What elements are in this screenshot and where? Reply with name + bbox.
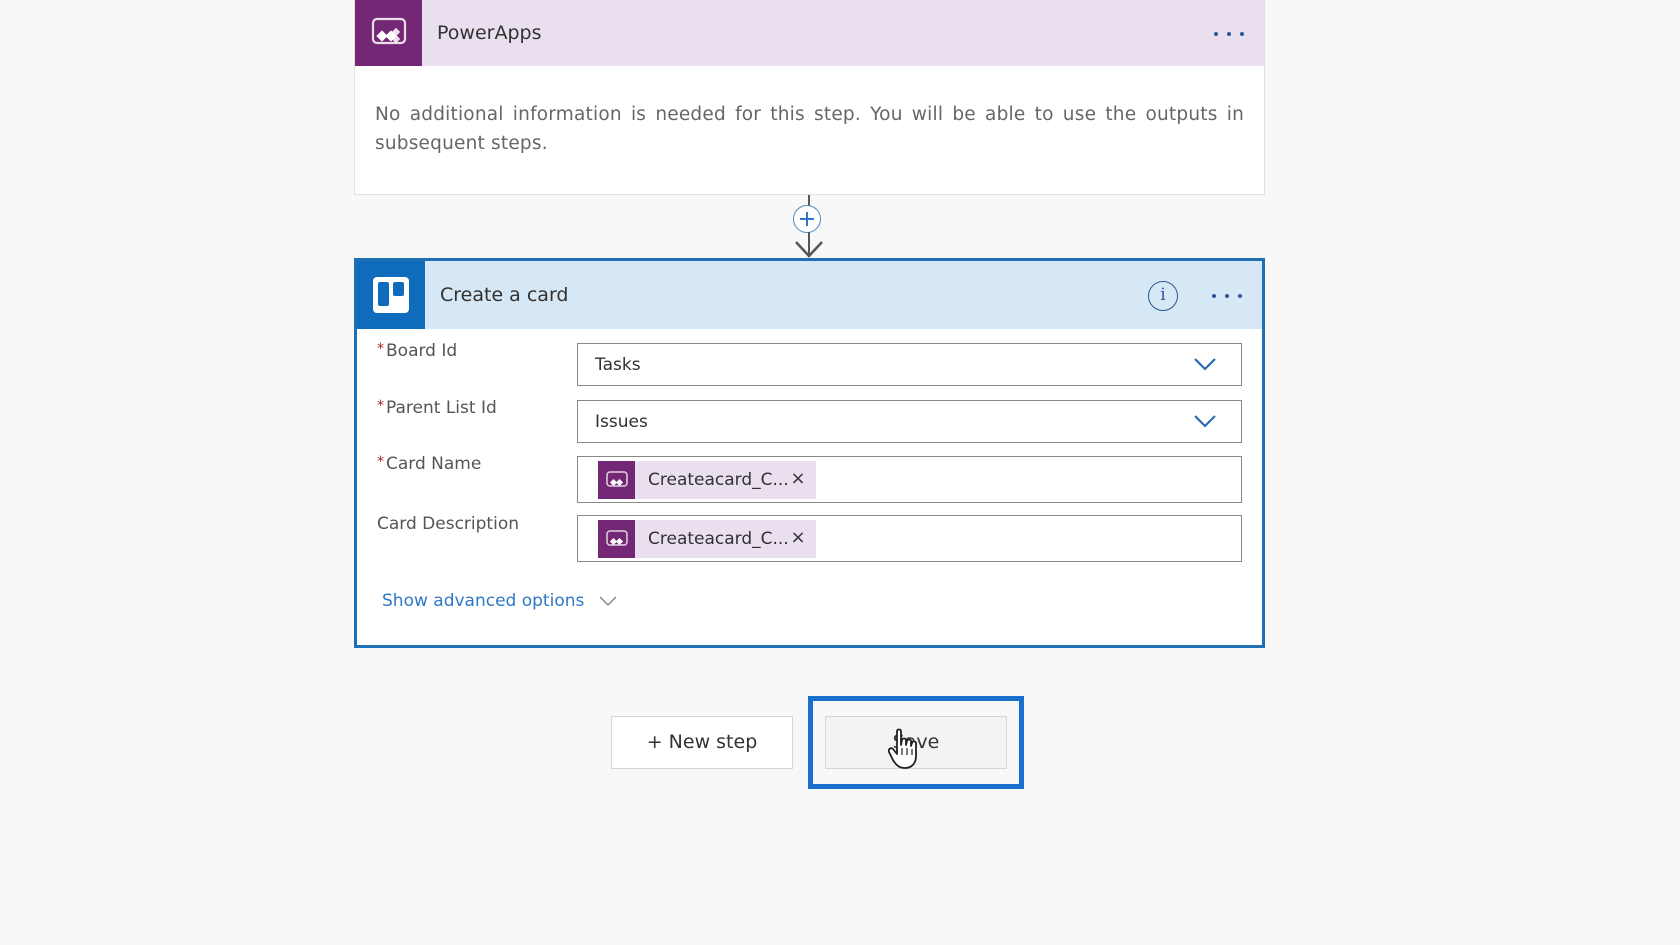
board-id-dropdown[interactable]: Tasks (577, 343, 1242, 386)
card-description-label-text: Card Description (377, 514, 519, 534)
parent-list-id-label: * Parent List Id (377, 398, 497, 418)
card-name-label: * Card Name (377, 454, 481, 474)
powerapps-icon (598, 520, 635, 558)
new-step-button[interactable]: + New step (611, 716, 793, 769)
remove-token-icon[interactable]: × (788, 528, 808, 548)
dynamic-content-token[interactable]: Createacard_C... × (598, 520, 816, 558)
remove-token-icon[interactable]: × (788, 469, 808, 489)
board-id-value: Tasks (595, 355, 641, 375)
more-options-icon[interactable] (1212, 286, 1242, 306)
powerapps-card-header[interactable]: PowerApps (355, 0, 1264, 66)
down-arrow-icon (795, 232, 823, 258)
required-marker: * (377, 398, 384, 414)
powerapps-card-title: PowerApps (437, 22, 542, 44)
show-advanced-options-label: Show advanced options (382, 591, 585, 611)
trello-icon (357, 261, 425, 329)
powerapps-icon (355, 0, 422, 66)
parent-list-id-dropdown[interactable]: Issues (577, 400, 1242, 443)
info-icon[interactable]: i (1148, 281, 1178, 311)
create-card-title: Create a card (440, 284, 569, 306)
create-card-header[interactable]: Create a card i (357, 261, 1262, 329)
card-description-label: Card Description (377, 514, 519, 534)
dynamic-content-token[interactable]: Createacard_C... × (598, 461, 816, 499)
board-id-label: * Board Id (377, 341, 457, 361)
token-label: Createacard_C... (648, 529, 789, 549)
required-marker: * (377, 341, 384, 357)
chevron-down-icon (1194, 358, 1216, 371)
powerapps-card-description: No additional information is needed for … (375, 104, 1244, 154)
board-id-label-text: Board Id (386, 341, 458, 361)
card-description-input[interactable]: Createacard_C... × (577, 515, 1242, 562)
powerapps-trigger-card: PowerApps No additional information is n… (354, 0, 1265, 195)
token-label: Createacard_C... (648, 470, 789, 490)
add-step-plus-icon[interactable] (793, 205, 821, 233)
chevron-down-icon (599, 596, 617, 607)
create-card-action: Create a card i * Board Id Tasks * Parent … (354, 258, 1265, 648)
more-options-icon[interactable] (1214, 24, 1244, 44)
card-name-input[interactable]: Createacard_C... × (577, 456, 1242, 503)
show-advanced-options-link[interactable]: Show advanced options (382, 591, 618, 611)
parent-list-id-label-text: Parent List Id (386, 398, 497, 418)
parent-list-id-value: Issues (595, 412, 648, 432)
card-name-label-text: Card Name (386, 454, 482, 474)
powerapps-icon (598, 461, 635, 499)
chevron-down-icon (1194, 415, 1216, 428)
required-marker: * (377, 454, 384, 470)
hand-cursor-icon (888, 728, 917, 769)
